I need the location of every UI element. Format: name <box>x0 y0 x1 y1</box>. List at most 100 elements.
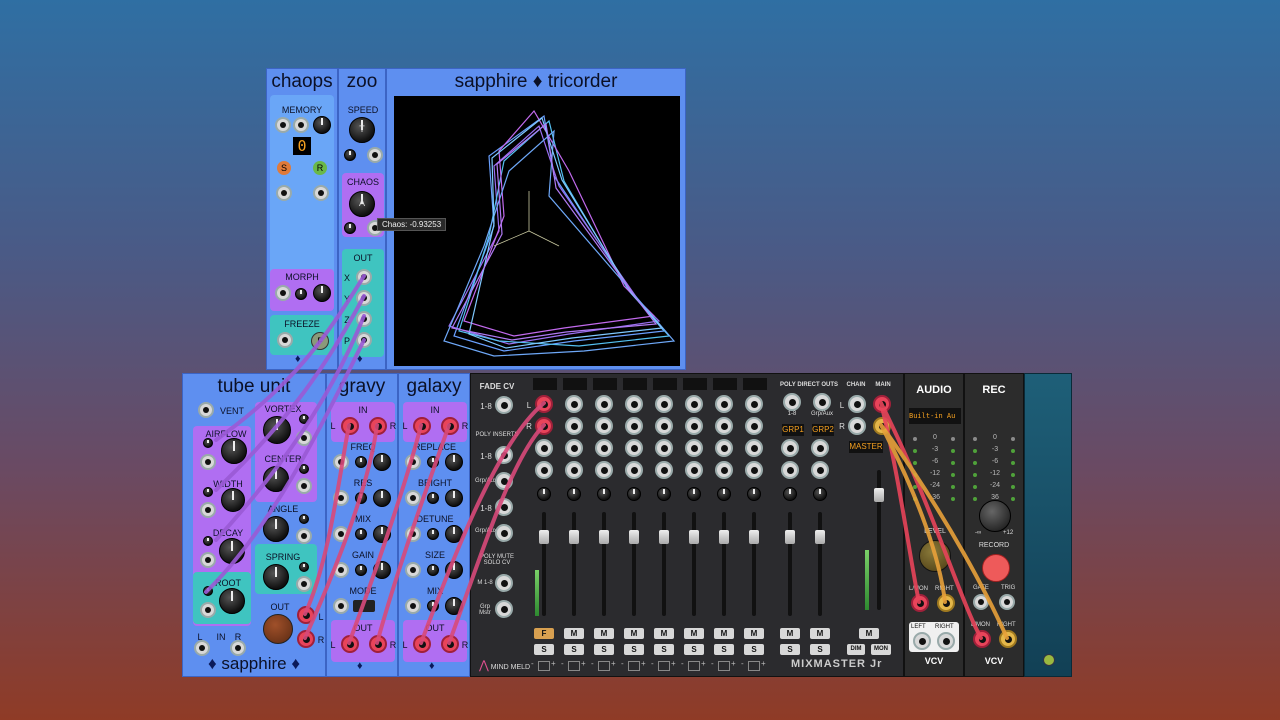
channel-fader-track[interactable] <box>542 512 546 616</box>
channel-fader[interactable] <box>629 530 639 544</box>
vortex-att-knob[interactable] <box>299 414 309 424</box>
channel-cv-jack[interactable] <box>595 439 613 457</box>
root-knob[interactable] <box>219 588 245 614</box>
channel-cv-jack[interactable] <box>685 439 703 457</box>
channel-fader-track[interactable] <box>662 512 666 616</box>
gain-att-knob[interactable] <box>355 564 367 576</box>
channel-cv-jack[interactable] <box>655 439 673 457</box>
channel-fx-box[interactable] <box>538 661 550 671</box>
channel-fader-track[interactable] <box>632 512 636 616</box>
bright-att-knob[interactable] <box>427 492 439 504</box>
channel-cv-jack[interactable] <box>745 439 763 457</box>
channel-mute-button[interactable]: M <box>564 628 584 639</box>
root-cv-jack[interactable] <box>200 602 216 618</box>
channel-fader[interactable] <box>719 530 729 544</box>
gravy-out-left-jack[interactable] <box>341 635 359 653</box>
channel-in-left-jack[interactable] <box>565 395 583 413</box>
angle-knob[interactable] <box>263 516 289 542</box>
channel-mute-button[interactable]: M <box>684 628 704 639</box>
channel-mute-button[interactable]: M <box>624 628 644 639</box>
channel-in-right-jack[interactable] <box>715 417 733 435</box>
decay-cv-jack[interactable] <box>200 552 216 568</box>
direct-out-grp-jack[interactable] <box>813 393 831 411</box>
channel-mute-button[interactable]: M <box>744 628 764 639</box>
channel-fx-box[interactable] <box>628 661 640 671</box>
galaxy-mix-att-knob[interactable] <box>427 600 439 612</box>
channel-solo-button[interactable]: S <box>654 644 674 655</box>
channel-fader[interactable] <box>599 530 609 544</box>
channel-pan-cv-jack[interactable] <box>535 461 553 479</box>
center-knob[interactable] <box>263 466 289 492</box>
speed-cv-jack[interactable] <box>367 147 383 163</box>
p-out-jack[interactable] <box>356 332 372 348</box>
channel-in-right-jack[interactable] <box>595 417 613 435</box>
morph-att-knob[interactable] <box>295 288 307 300</box>
store-button[interactable]: S <box>277 161 291 175</box>
channel-pan-knob[interactable] <box>537 487 551 501</box>
galaxy-mix-cv-jack[interactable] <box>405 598 421 614</box>
channel-fader-track[interactable] <box>752 512 756 616</box>
channel-fader-track[interactable] <box>722 512 726 616</box>
chain-r-jack[interactable] <box>848 417 866 435</box>
channel-solo-button[interactable]: S <box>534 644 554 655</box>
channel-pan-cv-jack[interactable] <box>745 461 763 479</box>
direct-out-18-jack[interactable] <box>783 393 801 411</box>
channel-solo-button[interactable]: S <box>780 644 800 655</box>
width-knob[interactable] <box>221 488 245 512</box>
inserts-grp-jack[interactable] <box>495 472 513 490</box>
channel-pan-cv-jack[interactable] <box>625 461 643 479</box>
channel-in-left-jack[interactable] <box>625 395 643 413</box>
channel-solo-button[interactable]: S <box>714 644 734 655</box>
channel-mute-button[interactable]: M <box>810 628 830 639</box>
channel-pan-cv-jack[interactable] <box>715 461 733 479</box>
channel-fader[interactable] <box>749 530 759 544</box>
channel-fader[interactable] <box>689 530 699 544</box>
channel-pan-knob[interactable] <box>783 487 797 501</box>
channel-fx-box[interactable] <box>568 661 580 671</box>
channel-label-display[interactable] <box>683 378 707 390</box>
vortex-cv-jack[interactable] <box>296 430 312 446</box>
channel-pan-knob[interactable] <box>747 487 761 501</box>
mute-jack[interactable] <box>495 574 513 592</box>
channel-pan-cv-jack[interactable] <box>685 461 703 479</box>
trig-jack[interactable] <box>999 594 1015 610</box>
channel-in-right-jack[interactable] <box>625 417 643 435</box>
channel-in-right-jack[interactable] <box>565 417 583 435</box>
audio-device-display[interactable]: Built-in Au <box>909 408 961 424</box>
channel-pan-knob[interactable] <box>657 487 671 501</box>
channel-mute-button[interactable]: M <box>654 628 674 639</box>
master-fader[interactable] <box>874 488 884 502</box>
channel-pan-cv-jack[interactable] <box>565 461 583 479</box>
gate-jack[interactable] <box>973 594 989 610</box>
spring-cv-jack[interactable] <box>296 576 312 592</box>
audio-level-knob[interactable] <box>919 540 951 572</box>
channel-in-left-jack[interactable] <box>745 395 763 413</box>
memory-knob[interactable] <box>313 116 331 134</box>
channel-in-left-jack[interactable] <box>685 395 703 413</box>
size-knob[interactable] <box>445 561 463 579</box>
channel-fx-box[interactable] <box>718 661 730 671</box>
out-right-jack[interactable] <box>297 630 315 648</box>
freeze-button[interactable]: F <box>311 332 329 350</box>
grp2-label[interactable]: GRP2 <box>812 424 834 436</box>
audio-in-l-jack[interactable] <box>913 632 931 650</box>
freq-att-knob[interactable] <box>355 456 367 468</box>
channel-fader-track[interactable] <box>572 512 576 616</box>
galaxy-in-left-jack[interactable] <box>413 417 431 435</box>
channel-pan-cv-jack[interactable] <box>655 461 673 479</box>
main-out-r-jack[interactable] <box>873 417 891 435</box>
inserts-jack[interactable] <box>495 446 513 464</box>
detune-att-knob[interactable] <box>427 528 439 540</box>
channel-label-display[interactable] <box>623 378 647 390</box>
rec-gain-knob[interactable] <box>979 500 1011 532</box>
channel-cv-jack[interactable] <box>625 439 643 457</box>
channel-fader[interactable] <box>659 530 669 544</box>
channel-fx-box[interactable] <box>748 661 760 671</box>
channel-in-left-jack[interactable] <box>535 395 553 413</box>
bright-knob[interactable] <box>445 489 463 507</box>
channel-solo-button[interactable]: S <box>564 644 584 655</box>
returns-jack[interactable] <box>495 498 513 516</box>
size-cv-jack[interactable] <box>405 562 421 578</box>
channel-solo-button[interactable]: S <box>744 644 764 655</box>
decay-knob[interactable] <box>219 538 245 564</box>
